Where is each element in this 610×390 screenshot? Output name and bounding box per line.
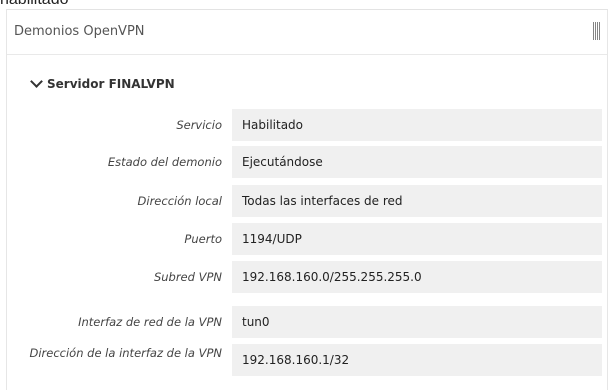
row-label: Puerto — [184, 232, 222, 246]
detail-row-puerto: Puerto 1194/UDP — [7, 223, 609, 255]
openvpn-daemons-panel: Demonios OpenVPN Servidor FINALVPN Servi… — [6, 9, 608, 390]
detail-row-interfaz: Interfaz de red de la VPN tun0 — [7, 306, 609, 338]
row-label: Estado del demonio — [107, 155, 222, 169]
row-label: Servicio — [176, 118, 222, 132]
row-value: tun0 — [232, 306, 602, 338]
row-value: Ejecutándose — [232, 146, 602, 178]
row-value: Habilitado — [232, 109, 602, 141]
detail-row-direccion-local: Dirección local Todas las interfaces de … — [7, 185, 609, 217]
row-value: Todas las interfaces de red — [232, 185, 602, 217]
row-value: 192.168.160.1/32 — [232, 344, 602, 376]
detail-row-direccion-interfaz: Dirección de la interfaz de la VPN 192.1… — [7, 344, 609, 376]
row-value: 192.168.160.0/255.255.255.0 — [232, 261, 602, 293]
panel-title: Demonios OpenVPN — [14, 24, 145, 39]
partial-caption: habilitado — [0, 0, 69, 8]
section-title: Servidor FINALVPN — [47, 77, 175, 91]
row-label: Dirección local — [137, 194, 222, 208]
row-value: 1194/UDP — [232, 223, 602, 255]
detail-row-servicio: Servicio Habilitado — [7, 109, 609, 141]
detail-row-subred: Subred VPN 192.168.160.0/255.255.255.0 — [7, 261, 609, 293]
chevron-down-icon — [30, 75, 43, 88]
drag-handle-icon[interactable] — [593, 22, 600, 40]
row-label: Subred VPN — [153, 270, 222, 284]
section-toggle-servidor[interactable]: Servidor FINALVPN — [30, 75, 175, 91]
row-label: Interfaz de red de la VPN — [78, 315, 222, 329]
panel-header: Demonios OpenVPN — [7, 10, 607, 55]
row-label: Dirección de la interfaz de la VPN — [29, 346, 222, 360]
detail-row-estado: Estado del demonio Ejecutándose — [7, 146, 609, 178]
